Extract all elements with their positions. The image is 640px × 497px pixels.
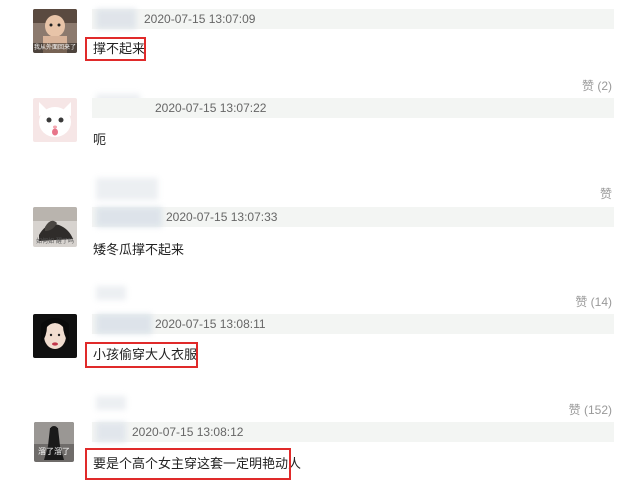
avatar[interactable]: 溜了溜了 (34, 422, 74, 462)
avatar[interactable]: 我从外面回来了 (33, 9, 77, 53)
highlight-box (85, 37, 146, 61)
username-blurred[interactable] (96, 314, 152, 334)
username-blurred[interactable] (96, 178, 158, 200)
comment-meta-bar: 2020-07-15 13:07:33 (92, 207, 614, 227)
comment-meta-bar: 2020-07-15 13:08:12 (92, 422, 614, 442)
comment-meta-bar: 2020-07-15 13:07:22 (92, 98, 614, 118)
username-blurred[interactable] (96, 286, 126, 300)
comment-timestamp: 2020-07-15 13:08:11 (155, 317, 266, 331)
comment-timestamp: 2020-07-15 13:07:09 (144, 12, 256, 26)
like-count[interactable]: 赞 (600, 185, 612, 202)
comment-item: 赞 (14) 2020-07-15 13:08:11 小孩偷穿大人衣服 (0, 280, 640, 390)
avatar[interactable]: 如何如 醒了吗 (33, 207, 77, 247)
comment-timestamp: 2020-07-15 13:07:33 (166, 210, 278, 224)
like-count[interactable]: 赞 (14) (575, 293, 612, 310)
comment-item: 赞 如何如 醒了吗 2020-07-15 13:07:33 矮冬瓜撑不起来 (0, 170, 640, 280)
like-count[interactable]: 赞 (2) (582, 77, 612, 94)
comment-timestamp: 2020-07-15 13:08:12 (132, 425, 244, 439)
comment-timestamp: 2020-07-15 13:07:22 (155, 101, 267, 115)
like-count[interactable]: 赞 (152) (569, 401, 612, 418)
username-blurred[interactable] (96, 9, 136, 29)
comment-text: 呃 (93, 133, 107, 148)
comment-item: 我从外面回来了 2020-07-15 13:07:09 撑不起来 (0, 0, 640, 80)
avatar-caption: 我从外面回来了 (33, 44, 76, 51)
comment-text: 矮冬瓜撑不起来 (93, 243, 185, 258)
woman-portrait-avatar-image (33, 314, 77, 358)
avatar[interactable] (33, 98, 77, 142)
avatar[interactable] (33, 314, 77, 358)
silhouette-avatar-image (34, 422, 74, 462)
comment-item: 赞 (2) 2020-07-15 13:07:22 呃 (0, 70, 640, 170)
highlight-box (85, 342, 198, 368)
avatar-caption: 溜了溜了 (38, 447, 70, 456)
comment-item: 赞 (152) 溜了溜了 2020-07-15 13:08:12 要是个高个女主… (0, 390, 640, 497)
username-blurred[interactable] (96, 396, 126, 410)
avatar-caption: 如何如 醒了吗 (36, 238, 74, 245)
username-blurred[interactable] (96, 422, 126, 442)
username-blurred[interactable] (96, 207, 162, 227)
comment-meta-bar: 2020-07-15 13:08:11 (92, 314, 614, 334)
highlight-box (85, 448, 291, 480)
white-cat-avatar-image (33, 98, 77, 142)
comment-meta-bar: 2020-07-15 13:07:09 (92, 9, 614, 29)
